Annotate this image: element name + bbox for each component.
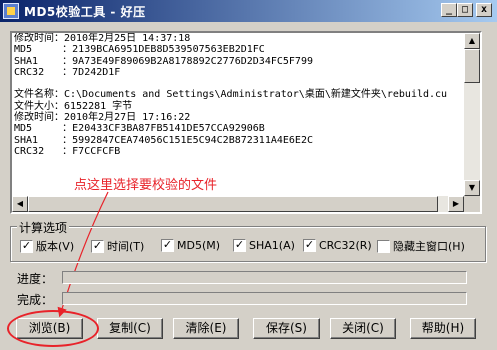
options-group-label: 计算选项	[17, 219, 70, 236]
option-version[interactable]: ✓ 版本(V)	[20, 238, 74, 253]
option-time[interactable]: ✓ 时间(T)	[91, 238, 144, 253]
close-button[interactable]: 关闭(C)	[330, 318, 396, 339]
save-button[interactable]: 保存(S)	[253, 318, 320, 339]
progress-bar	[62, 271, 467, 284]
help-button[interactable]: 帮助(H)	[410, 318, 476, 339]
checkmark-icon[interactable]: ✓	[303, 238, 316, 252]
complete-bar	[62, 292, 467, 305]
checkmark-icon[interactable]: ✓	[161, 238, 174, 252]
checkmark-icon[interactable]: ✓	[233, 238, 246, 252]
option-crc32[interactable]: ✓ CRC32(R)	[303, 238, 372, 252]
checkmark-icon[interactable]: ✓	[91, 239, 104, 253]
checkmark-icon[interactable]: ✓	[20, 239, 33, 253]
option-md5[interactable]: ✓ MD5(M)	[161, 238, 220, 252]
checkbox-empty[interactable]	[377, 239, 390, 253]
option-sha1[interactable]: ✓ SHA1(A)	[233, 238, 295, 252]
clear-button[interactable]: 清除(E)	[173, 318, 239, 339]
option-hide-main-window[interactable]: 隐藏主窗口(H)	[377, 238, 465, 253]
complete-label: 完成：	[17, 293, 54, 307]
copy-button[interactable]: 复制(C)	[97, 318, 163, 339]
annotation-ellipse	[7, 310, 99, 347]
progress-label: 进度：	[17, 272, 54, 286]
